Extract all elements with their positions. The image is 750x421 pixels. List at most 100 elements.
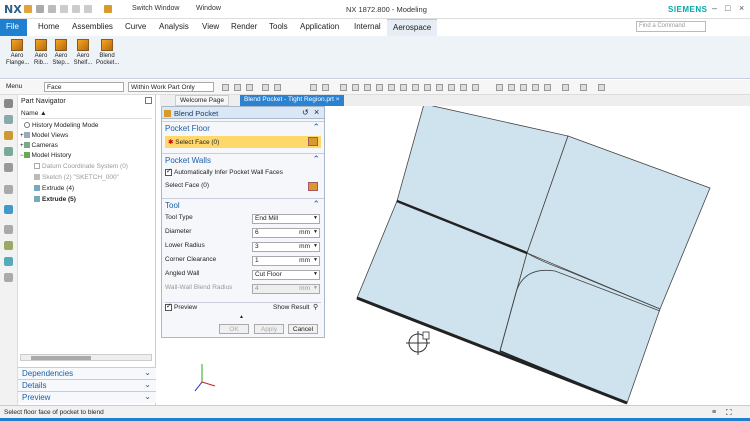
close-tab-icon[interactable]: ×	[336, 96, 340, 103]
tree-item-extrude-4[interactable]: Extrude (4)	[34, 185, 74, 195]
dropdown-arrow-icon[interactable]: ▼	[313, 257, 318, 263]
cut-icon[interactable]	[60, 5, 68, 13]
view-icon[interactable]	[520, 84, 527, 91]
snap-point-icon[interactable]	[388, 84, 395, 91]
tab-tools[interactable]: Tools	[263, 19, 294, 36]
tool-header[interactable]: Tool ⌃	[162, 198, 324, 211]
close-dialog-icon[interactable]: ×	[314, 107, 319, 117]
horizontal-scrollbar[interactable]	[20, 354, 152, 361]
aero-step-button[interactable]: Aero Step...	[50, 36, 72, 67]
snap-point-icon[interactable]	[460, 84, 467, 91]
system-materials-icon[interactable]	[4, 241, 13, 250]
gear-icon[interactable]	[4, 185, 13, 194]
snap-point-icon[interactable]	[400, 84, 407, 91]
snap-point-icon[interactable]	[352, 84, 359, 91]
tab-render[interactable]: Render	[225, 19, 263, 36]
view-icon[interactable]	[508, 84, 515, 91]
menu-button[interactable]: Menu	[6, 83, 22, 90]
dropdown-arrow-icon[interactable]: ▼	[313, 229, 318, 235]
snap-icon[interactable]	[262, 84, 269, 91]
snap-icon[interactable]	[274, 84, 281, 91]
apply-button[interactable]: Apply	[254, 324, 284, 334]
tree-item-history-mode[interactable]: History Modeling Mode	[24, 122, 98, 132]
reset-icon[interactable]: ↺	[302, 108, 309, 117]
checkbox-icon[interactable]	[165, 167, 172, 176]
part-navigator-icon[interactable]	[4, 131, 13, 140]
snap-point-icon[interactable]	[472, 84, 479, 91]
dependencies-section[interactable]: Dependencies ⌄	[18, 367, 156, 379]
snap-point-icon[interactable]	[340, 84, 347, 91]
cancel-button[interactable]: Cancel	[288, 324, 318, 334]
copy-icon[interactable]	[72, 5, 80, 13]
dialog-title-bar[interactable]: Blend Pocket ↺ ×	[162, 107, 324, 119]
history-icon[interactable]	[4, 225, 13, 234]
redo-icon[interactable]	[48, 5, 56, 13]
blend-pocket-button[interactable]: Blend Pocket...	[96, 36, 119, 67]
view-icon[interactable]	[496, 84, 503, 91]
tree-item-cameras[interactable]: + Cameras	[20, 142, 58, 152]
tab-part-file[interactable]: Blend Pocket - Tight Region.prt ×	[240, 95, 344, 106]
select-icon[interactable]	[310, 84, 317, 91]
undo-icon[interactable]	[36, 5, 44, 13]
tab-welcome-page[interactable]: Welcome Page	[175, 95, 229, 106]
preview-section[interactable]: Preview ⌄	[18, 391, 156, 403]
select-icon[interactable]	[322, 84, 329, 91]
pocket-floor-header[interactable]: Pocket Floor ⌃	[162, 121, 324, 134]
view-icon[interactable]	[544, 84, 551, 91]
paste-icon[interactable]	[84, 5, 92, 13]
auto-infer-checkbox[interactable]: Automatically Infer Pocket Wall Faces	[165, 167, 321, 180]
tab-curve[interactable]: Curve	[119, 19, 152, 36]
snap-point-icon[interactable]	[448, 84, 455, 91]
snap-icon[interactable]	[246, 84, 253, 91]
web-browser-icon[interactable]	[4, 205, 13, 214]
tab-view[interactable]: View	[196, 19, 225, 36]
tree-item-model-history[interactable]: − Model History	[20, 152, 71, 162]
snap-point-icon[interactable]	[436, 84, 443, 91]
switch-window-button[interactable]: Switch Window	[132, 5, 179, 12]
assembly-navigator-icon[interactable]	[4, 115, 13, 124]
tree-item-model-views[interactable]: + Model Views	[20, 132, 68, 142]
select-wall-face[interactable]: Select Face (0)	[165, 182, 321, 193]
tab-internal[interactable]: Internal	[348, 19, 387, 36]
snap-icon[interactable]	[222, 84, 229, 91]
lower-radius-input[interactable]: 3 mm ▼	[252, 242, 320, 252]
tree-item-sketch[interactable]: Sketch (2) "SKETCH_000"	[34, 174, 119, 184]
tab-application[interactable]: Application	[294, 19, 345, 36]
face-select-icon[interactable]	[308, 137, 318, 146]
snap-point-icon[interactable]	[412, 84, 419, 91]
tab-home[interactable]: Home	[32, 19, 65, 36]
snap-point-icon[interactable]	[376, 84, 383, 91]
constraint-navigator-icon[interactable]	[4, 147, 13, 156]
window-menu[interactable]: Window	[196, 5, 221, 12]
ok-button[interactable]: OK	[219, 324, 249, 334]
dropdown-arrow-icon[interactable]: ▼	[313, 243, 318, 249]
scrollbar-thumb[interactable]	[31, 356, 91, 360]
magnifier-icon[interactable]: ⚲	[313, 303, 318, 311]
tab-file[interactable]: File	[0, 19, 27, 36]
roles-icon[interactable]	[4, 257, 13, 266]
aero-shelf-button[interactable]: Aero Shelf...	[72, 36, 94, 67]
tool-type-select[interactable]: End Mill ▼	[252, 214, 320, 224]
snap-icon[interactable]	[234, 84, 241, 91]
snap-point-icon[interactable]	[364, 84, 371, 91]
corner-clearance-input[interactable]: 1 mm ▼	[252, 256, 320, 266]
render-style-icon[interactable]	[562, 84, 569, 91]
aero-rib-button[interactable]: Aero Rib...	[30, 36, 52, 67]
aero-flange-button[interactable]: Aero Flange...	[6, 36, 29, 67]
reuse-library-icon[interactable]	[4, 163, 13, 172]
tab-analysis[interactable]: Analysis	[153, 19, 195, 36]
tree-item-datum-csys[interactable]: Datum Coordinate System (0)	[34, 163, 128, 173]
status-list-icon[interactable]: ≡	[712, 409, 716, 416]
tree-item-extrude-5[interactable]: Extrude (5)	[34, 196, 76, 206]
process-studio-icon[interactable]	[4, 273, 13, 282]
diameter-input[interactable]: 6 mm ▼	[252, 228, 320, 238]
tab-aerospace[interactable]: Aerospace	[387, 19, 438, 36]
face-select-icon[interactable]	[308, 182, 318, 191]
select-floor-face[interactable]: ✱ Select Face (0)	[165, 136, 321, 148]
touch-mode-icon[interactable]	[104, 5, 112, 13]
type-filter-select[interactable]: Face	[44, 82, 124, 92]
render-style-icon[interactable]	[580, 84, 587, 91]
save-icon[interactable]	[24, 5, 32, 13]
find-command-input[interactable]: Find a Command	[636, 21, 706, 32]
minimize-icon[interactable]: –	[712, 3, 717, 13]
